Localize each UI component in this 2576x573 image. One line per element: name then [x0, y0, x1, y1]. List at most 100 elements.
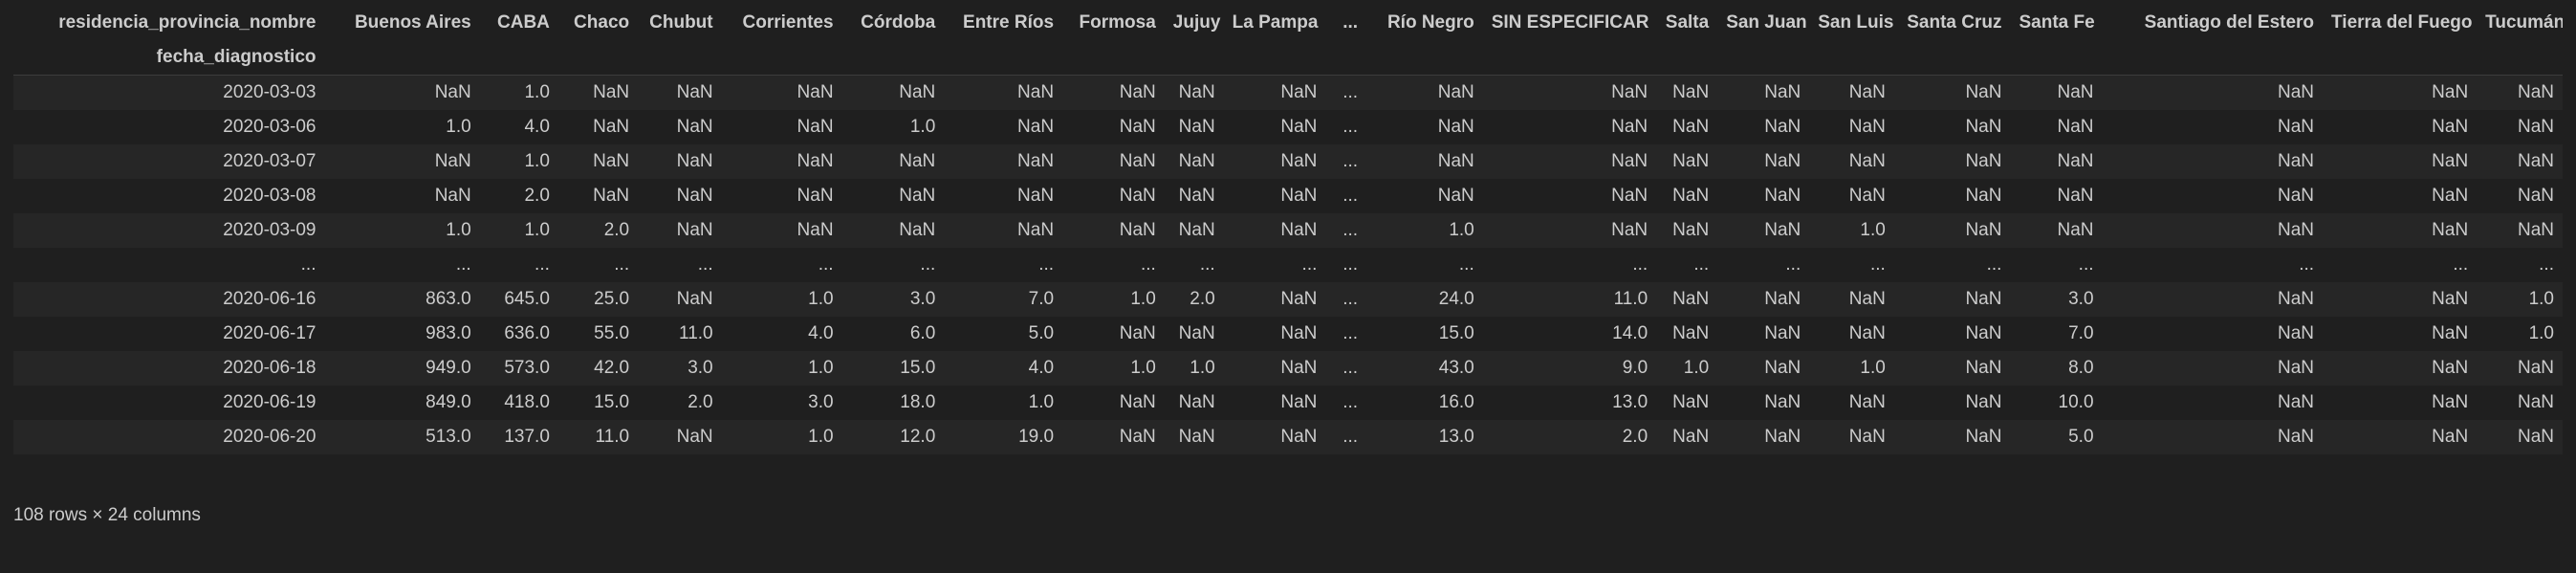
- table-cell: 1.0: [808, 289, 834, 309]
- table-cell: 11.0: [1613, 289, 1648, 309]
- table-cell: NaN: [1178, 220, 1215, 240]
- column-header: Tucumán: [2485, 12, 2563, 33]
- table-cell: 13.0: [1438, 427, 1474, 447]
- table-cell: NaN: [1672, 427, 1710, 447]
- table-cell: NaN: [2278, 358, 2315, 378]
- table-cell: NaN: [1672, 289, 1710, 309]
- table-cell: NaN: [1965, 323, 2002, 343]
- table-cell: 1.0: [446, 117, 471, 137]
- table-cell: ...: [1785, 254, 1801, 275]
- index-name-spacer: [1325, 40, 1367, 76]
- table-cell: ...: [1343, 427, 1359, 447]
- table-cell: 513.0: [426, 427, 471, 447]
- column-header: Santa Fe: [2019, 12, 2095, 33]
- index-name-spacer: [1656, 40, 1718, 76]
- column-header: CABA: [497, 12, 550, 33]
- index-name-spacer: [1482, 40, 1657, 76]
- table-cell: NaN: [676, 186, 713, 206]
- table-cell: NaN: [676, 289, 713, 309]
- table-cell: NaN: [1280, 358, 1318, 378]
- table-cell: ...: [1343, 117, 1359, 137]
- table-cell: 9.0: [1622, 358, 1648, 378]
- table-cell: NaN: [2432, 427, 2469, 447]
- table-cell: ...: [1632, 254, 1648, 275]
- table-cell: ...: [614, 254, 630, 275]
- table-cell: NaN: [1965, 82, 2002, 102]
- table-cell: NaN: [1280, 289, 1318, 309]
- table-cell: NaN: [1611, 186, 1648, 206]
- table-cell: NaN: [2278, 186, 2315, 206]
- table-cell: NaN: [1848, 427, 1886, 447]
- row-index: 2020-03-06: [223, 117, 317, 137]
- table-cell: NaN: [1280, 427, 1318, 447]
- table-cell: ...: [818, 254, 834, 275]
- table-cell: NaN: [1280, 323, 1318, 343]
- table-cell: NaN: [2057, 151, 2094, 171]
- table-row: 2020-03-03 NaN 1.0 NaN NaN NaN NaN NaN NaN NaN NaN…: [13, 75, 2563, 110]
- index-name-row: fecha_diagnostico: [13, 40, 2563, 76]
- index-name-spacer: [1223, 40, 1326, 76]
- row-index: 2020-06-18: [223, 358, 317, 378]
- table-cell: NaN: [1119, 220, 1156, 240]
- row-index: 2020-03-03: [223, 82, 317, 102]
- column-header: Tierra del Fuego: [2331, 12, 2473, 33]
- column-header: Santiago del Estero: [2144, 12, 2315, 33]
- table-cell: 3.0: [688, 358, 713, 378]
- table-cell: ...: [1343, 82, 1359, 102]
- column-header-row: residencia_provincia_nombre Buenos Aires…: [13, 6, 2563, 40]
- table-cell: 3.0: [808, 392, 834, 412]
- table-cell: NaN: [1965, 220, 2002, 240]
- table-cell: NaN: [2432, 151, 2469, 171]
- table-cell: ...: [1343, 392, 1359, 412]
- dataframe-output: residencia_provincia_nombre Buenos Aires…: [13, 6, 2563, 454]
- table-cell: NaN: [1119, 323, 1156, 343]
- table-body: 2020-03-03 NaN 1.0 NaN NaN NaN NaN NaN NaN NaN NaN…: [13, 75, 2563, 454]
- table-cell: NaN: [797, 220, 834, 240]
- table-cell: NaN: [2057, 186, 2094, 206]
- index-name-spacer: [2477, 40, 2563, 76]
- table-cell: 15.0: [594, 392, 630, 412]
- table-cell: NaN: [2432, 289, 2469, 309]
- table-cell: NaN: [1965, 392, 2002, 412]
- table-cell: NaN: [676, 82, 713, 102]
- index-name-spacer: [841, 40, 945, 76]
- table-cell: NaN: [2432, 186, 2469, 206]
- table-cell: ...: [2078, 254, 2094, 275]
- table-cell: ...: [2299, 254, 2315, 275]
- table-cell: NaN: [2517, 82, 2554, 102]
- table-cell: 14.0: [1612, 323, 1648, 343]
- table-cell: 137.0: [504, 427, 550, 447]
- table-cell: NaN: [676, 151, 713, 171]
- table-cell: NaN: [1764, 358, 1801, 378]
- table-cell: 1.0: [1130, 358, 1156, 378]
- table-cell: NaN: [1672, 186, 1710, 206]
- table-cell: 983.0: [426, 323, 471, 343]
- table-cell: NaN: [1848, 323, 1886, 343]
- row-index: ...: [300, 254, 317, 275]
- table-cell: ...: [1301, 254, 1318, 275]
- table-cell: 1.0: [524, 151, 550, 171]
- table-cell: NaN: [1178, 323, 1215, 343]
- table-cell: NaN: [1764, 220, 1801, 240]
- table-cell: ...: [1343, 289, 1359, 309]
- table-cell: NaN: [2278, 117, 2315, 137]
- table-cell: NaN: [2432, 220, 2469, 240]
- index-name-spacer: [2102, 40, 2324, 76]
- table-cell: NaN: [434, 82, 471, 102]
- table-cell: 3.0: [909, 289, 936, 309]
- table-cell: NaN: [2517, 220, 2554, 240]
- table-cell: NaN: [1764, 186, 1801, 206]
- table-cell: NaN: [1848, 151, 1886, 171]
- table-cell: 13.0: [1612, 392, 1648, 412]
- table-cell: ...: [2453, 254, 2469, 275]
- column-header: Río Negro: [1386, 12, 1474, 33]
- table-cell: 12.0: [900, 427, 936, 447]
- table-cell: 2.0: [603, 220, 630, 240]
- table-cell: ...: [455, 254, 471, 275]
- table-cell: ...: [1343, 323, 1359, 343]
- table-cell: NaN: [1965, 186, 2002, 206]
- table-cell: NaN: [1965, 358, 2002, 378]
- table-cell: 25.0: [594, 289, 630, 309]
- index-name-spacer: [2010, 40, 2103, 76]
- table-cell: NaN: [797, 117, 834, 137]
